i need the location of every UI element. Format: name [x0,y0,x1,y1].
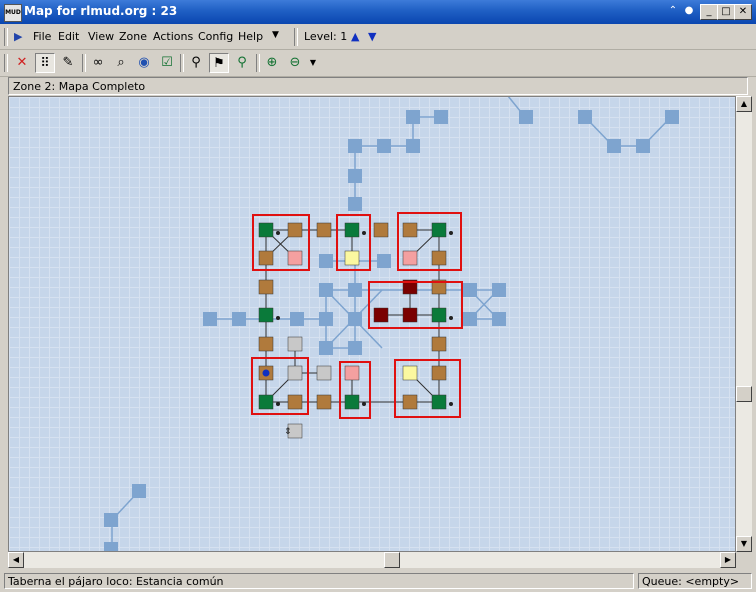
magnifier-icon[interactable]: ⌕ [111,53,131,73]
scroll-up-button[interactable]: ▲ [736,96,752,112]
room-darkred[interactable] [402,307,418,323]
title-bar[interactable]: MUD Map for rlmud.org : 23 ⌃ ● _ □ ✕ [0,0,756,24]
menu-config[interactable]: Config [198,30,233,43]
room-brown[interactable] [258,279,274,295]
menu-view[interactable]: View [88,30,114,43]
grid-icon[interactable]: ⠿ [35,53,55,73]
zoom-out-icon[interactable]: ⊖ [285,53,305,73]
roll-up-icon[interactable]: ⌃ [666,4,680,18]
menu-separator [294,28,298,46]
room-darkred[interactable] [373,307,389,323]
vertical-scroll-thumb[interactable] [736,386,752,402]
toolbar-grip [4,54,8,72]
room-brown[interactable] [402,394,418,410]
horizontal-scroll-thumb[interactable] [384,552,400,568]
play-icon[interactable]: ▶ [14,30,22,43]
room-brown[interactable] [431,365,447,381]
room-brown[interactable] [373,222,389,238]
scroll-down-button[interactable]: ▼ [736,536,752,552]
globe-icon[interactable]: ◉ [134,53,154,73]
room-green[interactable] [431,222,447,238]
dim-exits [111,97,672,548]
toolbar-separator [82,54,86,72]
app-icon[interactable]: MUD [4,4,22,22]
room-green[interactable] [431,394,447,410]
horizontal-scrollbar[interactable]: ◀ ▶ [8,552,736,568]
status-room-name: Taberna el pájaro loco: Estancia común [4,573,634,589]
map-canvas[interactable]: ⇕ [8,96,736,552]
room-gray[interactable] [287,336,303,352]
map-rooms[interactable] [258,222,447,439]
vertical-scrollbar[interactable]: ▲ ▼ [736,96,752,552]
menu-file[interactable]: File [33,30,51,43]
toolbar: ✕ ⠿ ✎ ∞ ⌕ ◉ ☑ ⚲ ⚑ ⚲ ⊕ ⊖ ▼ [0,50,756,77]
zone-label: Zone 2: Mapa Completo [8,77,748,95]
toolbar-separator [180,54,184,72]
zoom-in-icon[interactable]: ⊕ [262,53,282,73]
dim-rooms[interactable] [104,110,679,552]
status-queue: Queue: <empty> [638,573,752,589]
player-position-marker [262,369,270,377]
minimize-button[interactable]: _ [700,4,718,20]
level-up-icon[interactable]: ▲ [351,30,359,43]
room-green[interactable] [258,307,274,323]
menu-edit[interactable]: Edit [58,30,79,43]
room-pink[interactable] [344,365,360,381]
status-bar: Taberna el pájaro loco: Estancia común Q… [0,570,756,592]
menu-bar: ▶ File Edit View Zone Actions Config Hel… [0,25,756,50]
room-brown[interactable] [258,250,274,266]
room-green[interactable] [344,222,360,238]
walker-follow-icon[interactable]: ⚲ [232,53,252,73]
check-icon[interactable]: ☑ [157,53,177,73]
walker-path-icon[interactable]: ⚑ [209,53,229,73]
room-pink[interactable] [287,250,303,266]
menu-overflow-icon[interactable]: ▼ [272,30,279,40]
room-brown[interactable] [287,222,303,238]
room-gray[interactable] [287,365,303,381]
toolbar-separator [256,54,260,72]
room-brown[interactable] [431,336,447,352]
pin-icon[interactable]: ● [682,4,696,18]
room-brown[interactable] [287,394,303,410]
window-title: Map for rlmud.org : 23 [24,4,178,18]
walker-icon[interactable]: ⚲ [186,53,206,73]
scrollbar-corner [736,552,752,568]
maximize-button[interactable]: □ [717,4,735,20]
room-brown[interactable] [431,250,447,266]
scroll-left-button[interactable]: ◀ [8,552,24,568]
room-green[interactable] [344,394,360,410]
room-yellow[interactable] [344,250,360,266]
level-label: Level: 1 [304,30,348,43]
room-green[interactable] [258,222,274,238]
scroll-right-button[interactable]: ▶ [720,552,736,568]
room-brown[interactable] [258,336,274,352]
close-button[interactable]: ✕ [734,4,752,20]
room-brown[interactable] [316,394,332,410]
room-yellow[interactable] [402,365,418,381]
menu-grip [4,28,8,46]
delete-icon[interactable]: ✕ [12,53,32,73]
level-down-icon[interactable]: ▼ [368,30,376,43]
map-drawing[interactable]: ⇕ [8,96,736,552]
room-green[interactable] [258,394,274,410]
zoom-dropdown-icon[interactable]: ▼ [303,53,323,73]
auto-map-icon[interactable]: ✎ [58,53,78,73]
room-brown[interactable] [402,222,418,238]
room-green[interactable] [431,307,447,323]
room-pink[interactable] [402,250,418,266]
room-brown[interactable] [316,222,332,238]
menu-actions[interactable]: Actions [153,30,193,43]
up-down-indicator: ⇕ [284,427,292,437]
menu-help[interactable]: Help [238,30,263,43]
room-gray[interactable] [316,365,332,381]
binoculars-icon[interactable]: ∞ [88,53,108,73]
menu-zone[interactable]: Zone [119,30,147,43]
